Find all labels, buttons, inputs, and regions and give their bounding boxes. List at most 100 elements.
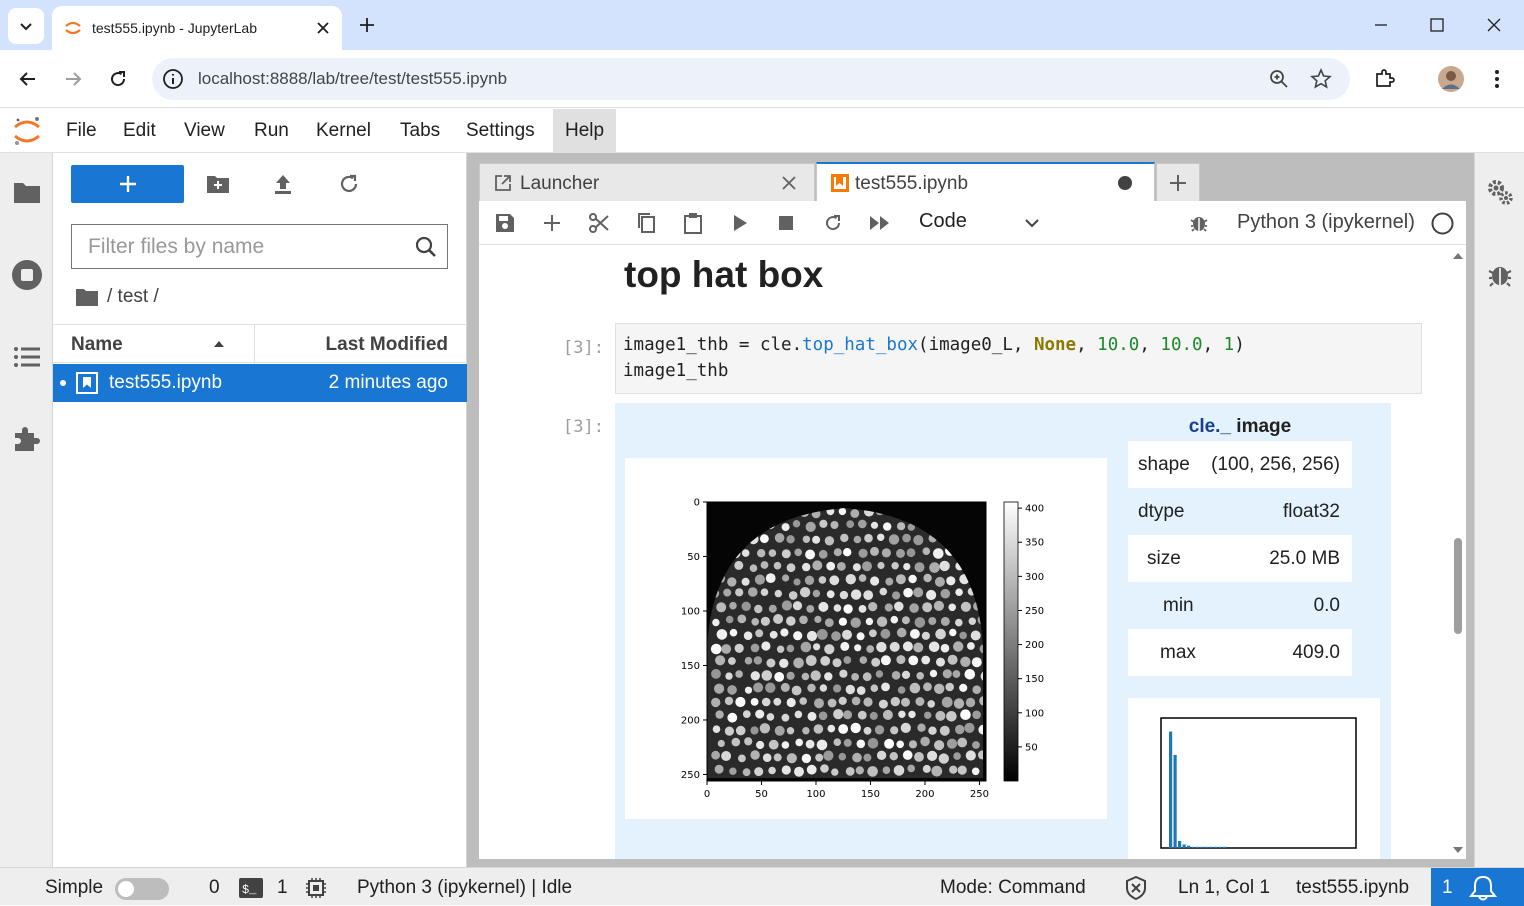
- trust-shield-icon[interactable]: [1125, 876, 1147, 900]
- menu-kernel[interactable]: Kernel: [316, 109, 371, 153]
- nucleus-spot: [843, 738, 852, 747]
- scrollbar-thumb[interactable]: [1454, 538, 1462, 634]
- nucleus-spot: [871, 657, 881, 667]
- restart-run-all-button[interactable]: [864, 208, 896, 238]
- restart-kernel-button[interactable]: [817, 208, 849, 238]
- menu-help[interactable]: Help: [553, 109, 617, 153]
- menu-settings[interactable]: Settings: [466, 109, 535, 153]
- nucleus-spot: [928, 726, 937, 735]
- new-launcher-tab-button[interactable]: [1156, 163, 1200, 201]
- nucleus-spot: [964, 669, 976, 680]
- code-token-keyword: None: [1033, 335, 1077, 355]
- filter-files-field[interactable]: [71, 224, 448, 269]
- kernel-name[interactable]: Python 3 (ipykernel): [1237, 211, 1415, 234]
- nucleus-spot: [843, 604, 853, 614]
- menu-view[interactable]: View: [184, 109, 225, 153]
- extension-manager-tab[interactable]: [9, 421, 45, 457]
- cut-button[interactable]: [583, 208, 615, 238]
- refresh-file-list-button[interactable]: [334, 169, 364, 199]
- new-folder-button[interactable]: [203, 169, 233, 199]
- property-inspector-gears-icon[interactable]: [1485, 177, 1515, 207]
- tab-launcher[interactable]: Launcher: [479, 163, 815, 201]
- profile-avatar[interactable]: [1434, 62, 1468, 96]
- histogram-bar: [1191, 846, 1195, 848]
- simple-mode-toggle[interactable]: [115, 878, 169, 900]
- interrupt-kernel-button[interactable]: [770, 208, 802, 238]
- column-name[interactable]: Name: [71, 334, 123, 356]
- back-button[interactable]: [11, 62, 45, 96]
- nucleus-spot: [890, 726, 899, 735]
- minimize-button[interactable]: [1366, 10, 1396, 40]
- forward-button[interactable]: [56, 62, 90, 96]
- scroll-down-icon[interactable]: [1452, 846, 1464, 854]
- nucleus-spot: [774, 589, 782, 598]
- menu-run[interactable]: Run: [254, 109, 289, 153]
- nucleus-spot: [837, 562, 846, 571]
- browser-tab[interactable]: test555.ipynb - JupyterLab: [52, 6, 342, 50]
- copy-button[interactable]: [630, 208, 662, 238]
- running-sessions-tab[interactable]: [9, 257, 45, 293]
- menu-edit[interactable]: Edit: [123, 109, 156, 153]
- nucleus-spot: [833, 548, 842, 557]
- column-last-modified[interactable]: Last Modified: [326, 334, 448, 356]
- kernel-chip-icon[interactable]: [305, 877, 327, 899]
- info-key: max: [1160, 642, 1196, 663]
- code-cell-editor[interactable]: image1_thb = cle.top_hat_box(image0_L, N…: [615, 323, 1422, 394]
- browser-menu-button[interactable]: [1480, 62, 1514, 96]
- upload-button[interactable]: [268, 169, 298, 199]
- reload-button[interactable]: [101, 62, 135, 96]
- close-tab-icon[interactable]: [781, 175, 797, 191]
- insert-cell-button[interactable]: [536, 208, 568, 238]
- image-info-table: shape (100, 256, 256) dtype float32 size 25…: [1128, 441, 1352, 676]
- nucleus-spot: [909, 682, 921, 694]
- code-token-sep: ,: [1139, 335, 1161, 355]
- terminal-count[interactable]: 0: [209, 877, 220, 899]
- info-value: 25.0 MB: [1269, 548, 1340, 569]
- unsaved-dot-icon[interactable]: [1118, 176, 1132, 190]
- maximize-button[interactable]: [1422, 10, 1452, 40]
- cell-type-select[interactable]: Code: [919, 210, 967, 233]
- histogram-bar: [1214, 846, 1218, 848]
- folder-icon[interactable]: [75, 287, 99, 307]
- extensions-button[interactable]: [1367, 62, 1401, 96]
- debugger-bug-icon[interactable]: [1189, 213, 1209, 233]
- breadcrumb-path[interactable]: / test /: [107, 286, 159, 308]
- close-window-button[interactable]: [1479, 10, 1509, 40]
- tab-search-button[interactable]: [8, 8, 44, 44]
- kernel-count[interactable]: 1: [277, 877, 288, 899]
- jupyter-logo-icon: [14, 117, 40, 145]
- menu-tabs[interactable]: Tabs: [400, 109, 440, 153]
- nucleus-spot: [877, 533, 885, 541]
- nucleus-spot: [721, 644, 732, 654]
- menu-file[interactable]: File: [66, 109, 97, 153]
- notifications-button[interactable]: 1: [1431, 868, 1524, 906]
- paste-button[interactable]: [677, 208, 709, 238]
- new-launcher-button[interactable]: [71, 165, 184, 203]
- address-bar[interactable]: localhost:8888/lab/tree/test/test555.ipy…: [152, 58, 1350, 100]
- file-row[interactable]: test555.ipynb 2 minutes ago: [53, 364, 467, 402]
- nucleus-spot: [744, 686, 753, 694]
- tab-notebook[interactable]: test555.ipynb: [816, 162, 1155, 201]
- debugger-bug-icon[interactable]: [1487, 261, 1513, 289]
- table-of-contents-tab[interactable]: [9, 339, 45, 375]
- chevron-down-icon[interactable]: [1025, 218, 1039, 228]
- save-button[interactable]: [489, 208, 521, 238]
- filter-files-input[interactable]: [72, 225, 402, 268]
- terminal-icon[interactable]: $_: [239, 878, 263, 898]
- new-tab-button[interactable]: [352, 10, 382, 40]
- kernel-status[interactable]: Python 3 (ipykernel) | Idle: [357, 877, 572, 899]
- bookmark-star-icon[interactable]: [1310, 68, 1332, 90]
- close-tab-icon[interactable]: [316, 21, 330, 35]
- file-browser-tab[interactable]: [9, 174, 45, 210]
- nucleus-spot: [814, 615, 822, 623]
- scroll-up-icon[interactable]: [1452, 252, 1464, 260]
- nucleus-spot: [851, 673, 859, 681]
- notebook-scrollbar[interactable]: [1451, 248, 1465, 859]
- site-info-icon[interactable]: [162, 68, 184, 90]
- nucleus-spot: [965, 750, 976, 761]
- run-cell-button[interactable]: [724, 208, 756, 238]
- nucleus-spot: [765, 682, 776, 693]
- zoom-icon[interactable]: [1269, 69, 1289, 89]
- cursor-position[interactable]: Ln 1, Col 1: [1178, 877, 1270, 899]
- file-name: test555.ipynb: [109, 372, 223, 393]
